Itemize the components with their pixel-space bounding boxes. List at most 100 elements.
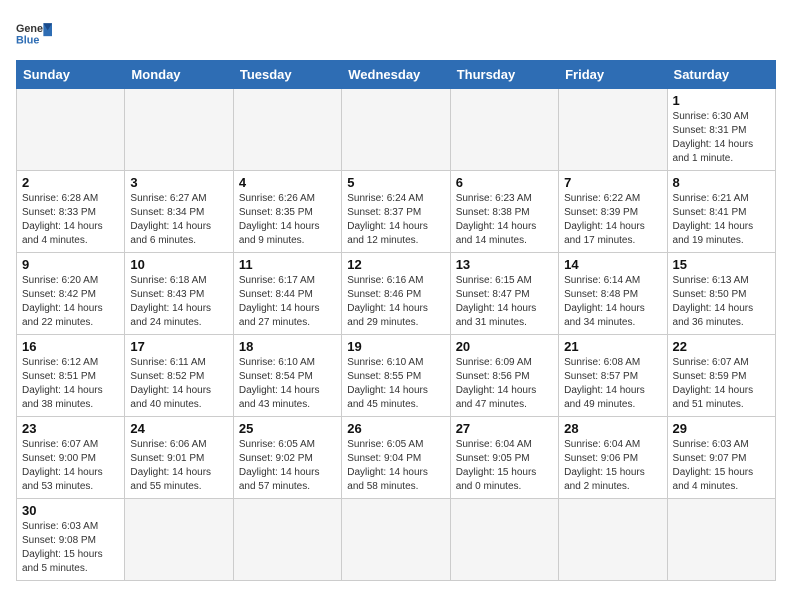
- day-info: Sunrise: 6:28 AM Sunset: 8:33 PM Dayligh…: [22, 192, 119, 248]
- day-number: 7: [564, 175, 661, 190]
- calendar-cell-3-6: 14 Sunrise: 6:14 AM Sunset: 8:48 PM Dayli…: [559, 253, 667, 335]
- calendar-cell-2-5: 6Sunrise: 6:23 AM Sunset: 8:38 PM Daylig…: [450, 171, 558, 253]
- day-number: 30: [22, 503, 119, 518]
- day-info: Sunrise: 6:30 AM Sunset: 8:31 PM Dayligh…: [673, 110, 770, 166]
- day-number: 13: [456, 257, 553, 272]
- calendar-cell-2-7: 8 Sunrise: 6:21 AM Sunset: 8:41 PM Daylig…: [667, 171, 775, 253]
- calendar-cell-2-4: 5 Sunrise: 6:24 AM Sunset: 8:37 PM Daylig…: [342, 171, 450, 253]
- day-info: Sunrise: 6:15 AM Sunset: 8:47 PM Dayligh…: [456, 274, 553, 330]
- day-number: 29: [673, 421, 770, 436]
- day-info: Sunrise: 6:11 AM Sunset: 8:52 PM Dayligh…: [130, 356, 227, 412]
- day-number: 20: [456, 339, 553, 354]
- day-info: Sunrise: 6:13 AM Sunset: 8:50 PM Dayligh…: [673, 274, 770, 330]
- calendar-cell-2-2: 3Sunrise: 6:27 AM Sunset: 8:34 PM Daylig…: [125, 171, 233, 253]
- day-number: 8: [673, 175, 770, 190]
- svg-text:Blue: Blue: [16, 34, 39, 46]
- day-number: 9: [22, 257, 119, 272]
- weekday-header-sunday: Sunday: [17, 61, 125, 89]
- week-row-4: 16 Sunrise: 6:12 AM Sunset: 8:51 PM Dayli…: [17, 335, 776, 417]
- day-number: 10: [130, 257, 227, 272]
- calendar-cell-3-2: 10 Sunrise: 6:18 AM Sunset: 8:43 PM Dayli…: [125, 253, 233, 335]
- calendar-cell-1-2: [125, 89, 233, 171]
- calendar-cell-5-5: 27 Sunrise: 6:04 AM Sunset: 9:05 PM Dayli…: [450, 417, 558, 499]
- generalblue-logo-icon: General Blue: [16, 16, 52, 52]
- day-number: 2: [22, 175, 119, 190]
- day-number: 15: [673, 257, 770, 272]
- calendar-cell-4-2: 17 Sunrise: 6:11 AM Sunset: 8:52 PM Dayli…: [125, 335, 233, 417]
- calendar-cell-3-5: 13 Sunrise: 6:15 AM Sunset: 8:47 PM Dayli…: [450, 253, 558, 335]
- weekday-header-wednesday: Wednesday: [342, 61, 450, 89]
- day-info: Sunrise: 6:05 AM Sunset: 9:04 PM Dayligh…: [347, 438, 444, 494]
- day-number: 21: [564, 339, 661, 354]
- calendar-cell-4-1: 16 Sunrise: 6:12 AM Sunset: 8:51 PM Dayli…: [17, 335, 125, 417]
- day-number: 24: [130, 421, 227, 436]
- day-info: Sunrise: 6:10 AM Sunset: 8:54 PM Dayligh…: [239, 356, 336, 412]
- day-info: Sunrise: 6:03 AM Sunset: 9:07 PM Dayligh…: [673, 438, 770, 494]
- calendar-cell-5-4: 26Sunrise: 6:05 AM Sunset: 9:04 PM Dayli…: [342, 417, 450, 499]
- day-info: Sunrise: 6:06 AM Sunset: 9:01 PM Dayligh…: [130, 438, 227, 494]
- day-number: 4: [239, 175, 336, 190]
- calendar-cell-5-2: 24 Sunrise: 6:06 AM Sunset: 9:01 PM Dayli…: [125, 417, 233, 499]
- calendar-cell-6-3: [233, 499, 341, 581]
- week-row-2: 2 Sunrise: 6:28 AM Sunset: 8:33 PM Daylig…: [17, 171, 776, 253]
- calendar-cell-3-4: 12 Sunrise: 6:16 AM Sunset: 8:46 PM Dayli…: [342, 253, 450, 335]
- day-info: Sunrise: 6:05 AM Sunset: 9:02 PM Dayligh…: [239, 438, 336, 494]
- calendar-cell-1-5: [450, 89, 558, 171]
- calendar-cell-1-3: [233, 89, 341, 171]
- day-info: Sunrise: 6:12 AM Sunset: 8:51 PM Dayligh…: [22, 356, 119, 412]
- day-info: Sunrise: 6:04 AM Sunset: 9:05 PM Dayligh…: [456, 438, 553, 494]
- day-number: 1: [673, 93, 770, 108]
- calendar-cell-5-1: 23 Sunrise: 6:07 AM Sunset: 9:00 PM Dayli…: [17, 417, 125, 499]
- day-number: 25: [239, 421, 336, 436]
- page-header: General Blue: [16, 16, 776, 52]
- calendar-cell-1-1: [17, 89, 125, 171]
- weekday-header-friday: Friday: [559, 61, 667, 89]
- day-info: Sunrise: 6:20 AM Sunset: 8:42 PM Dayligh…: [22, 274, 119, 330]
- week-row-6: 30 Sunrise: 6:03 AM Sunset: 9:08 PM Dayli…: [17, 499, 776, 581]
- calendar-cell-2-6: 7 Sunrise: 6:22 AM Sunset: 8:39 PM Daylig…: [559, 171, 667, 253]
- calendar-cell-4-6: 21Sunrise: 6:08 AM Sunset: 8:57 PM Dayli…: [559, 335, 667, 417]
- day-number: 23: [22, 421, 119, 436]
- day-info: Sunrise: 6:10 AM Sunset: 8:55 PM Dayligh…: [347, 356, 444, 412]
- day-info: Sunrise: 6:09 AM Sunset: 8:56 PM Dayligh…: [456, 356, 553, 412]
- calendar-cell-2-3: 4 Sunrise: 6:26 AM Sunset: 8:35 PM Daylig…: [233, 171, 341, 253]
- day-number: 5: [347, 175, 444, 190]
- calendar-cell-4-3: 18 Sunrise: 6:10 AM Sunset: 8:54 PM Dayli…: [233, 335, 341, 417]
- calendar-cell-4-5: 20 Sunrise: 6:09 AM Sunset: 8:56 PM Dayli…: [450, 335, 558, 417]
- day-number: 22: [673, 339, 770, 354]
- day-info: Sunrise: 6:22 AM Sunset: 8:39 PM Dayligh…: [564, 192, 661, 248]
- day-number: 3: [130, 175, 227, 190]
- calendar-cell-5-7: 29 Sunrise: 6:03 AM Sunset: 9:07 PM Dayli…: [667, 417, 775, 499]
- day-number: 14: [564, 257, 661, 272]
- day-info: Sunrise: 6:03 AM Sunset: 9:08 PM Dayligh…: [22, 520, 119, 576]
- week-row-3: 9 Sunrise: 6:20 AM Sunset: 8:42 PM Daylig…: [17, 253, 776, 335]
- day-info: Sunrise: 6:07 AM Sunset: 8:59 PM Dayligh…: [673, 356, 770, 412]
- calendar-cell-4-4: 19Sunrise: 6:10 AM Sunset: 8:55 PM Dayli…: [342, 335, 450, 417]
- day-info: Sunrise: 6:21 AM Sunset: 8:41 PM Dayligh…: [673, 192, 770, 248]
- day-info: Sunrise: 6:07 AM Sunset: 9:00 PM Dayligh…: [22, 438, 119, 494]
- day-number: 17: [130, 339, 227, 354]
- weekday-header-saturday: Saturday: [667, 61, 775, 89]
- day-number: 18: [239, 339, 336, 354]
- calendar-cell-3-3: 11Sunrise: 6:17 AM Sunset: 8:44 PM Dayli…: [233, 253, 341, 335]
- week-row-5: 23 Sunrise: 6:07 AM Sunset: 9:00 PM Dayli…: [17, 417, 776, 499]
- calendar-cell-6-4: [342, 499, 450, 581]
- day-info: Sunrise: 6:24 AM Sunset: 8:37 PM Dayligh…: [347, 192, 444, 248]
- calendar-cell-6-5: [450, 499, 558, 581]
- day-info: Sunrise: 6:16 AM Sunset: 8:46 PM Dayligh…: [347, 274, 444, 330]
- day-info: Sunrise: 6:14 AM Sunset: 8:48 PM Dayligh…: [564, 274, 661, 330]
- day-info: Sunrise: 6:26 AM Sunset: 8:35 PM Dayligh…: [239, 192, 336, 248]
- calendar-cell-2-1: 2 Sunrise: 6:28 AM Sunset: 8:33 PM Daylig…: [17, 171, 125, 253]
- weekday-header-thursday: Thursday: [450, 61, 558, 89]
- day-number: 12: [347, 257, 444, 272]
- day-number: 27: [456, 421, 553, 436]
- calendar-cell-6-6: [559, 499, 667, 581]
- day-number: 28: [564, 421, 661, 436]
- calendar-cell-3-7: 15 Sunrise: 6:13 AM Sunset: 8:50 PM Dayli…: [667, 253, 775, 335]
- day-info: Sunrise: 6:18 AM Sunset: 8:43 PM Dayligh…: [130, 274, 227, 330]
- day-number: 16: [22, 339, 119, 354]
- calendar-cell-5-3: 25 Sunrise: 6:05 AM Sunset: 9:02 PM Dayli…: [233, 417, 341, 499]
- calendar-cell-1-6: [559, 89, 667, 171]
- weekday-header-monday: Monday: [125, 61, 233, 89]
- calendar-table: SundayMondayTuesdayWednesdayThursdayFrid…: [16, 60, 776, 581]
